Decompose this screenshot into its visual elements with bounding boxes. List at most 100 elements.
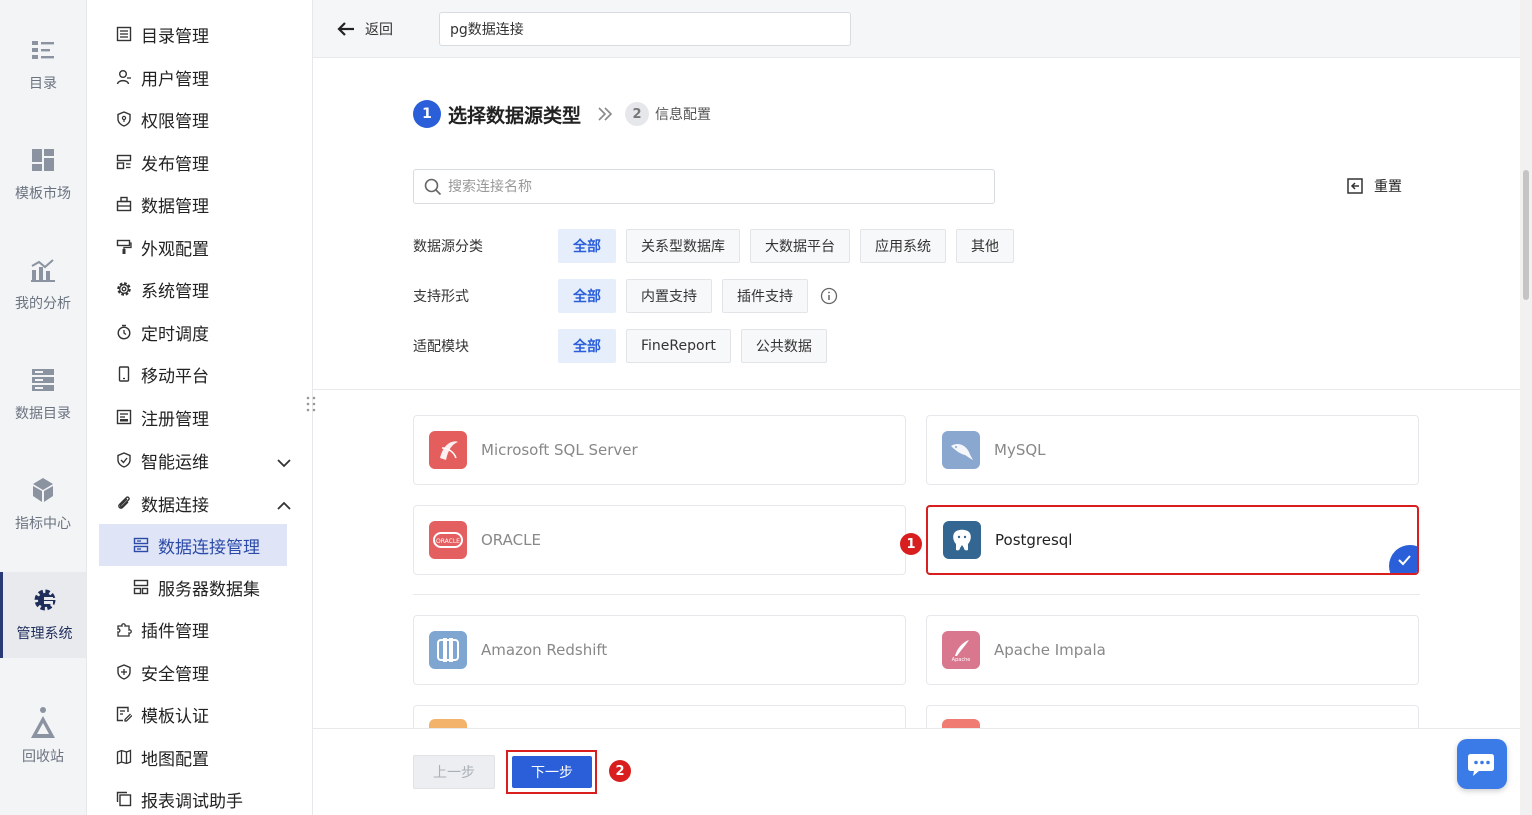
menu-item-scheduling[interactable]: 定时调度 xyxy=(99,314,299,350)
chip-relational-db[interactable]: 关系型数据库 xyxy=(626,229,740,263)
footer-bar: 上一步 下一步 2 xyxy=(313,728,1520,815)
management-gear-icon xyxy=(32,587,58,613)
menu-item-label: 地图配置 xyxy=(141,749,209,770)
datasource-card-redshift[interactable]: Amazon Redshift xyxy=(413,615,906,685)
timer-icon xyxy=(115,323,133,341)
prev-step-button[interactable]: 上一步 xyxy=(413,755,495,789)
chip-plugin[interactable]: 插件支持 xyxy=(722,279,808,313)
datasource-card-mysql[interactable]: MySQL xyxy=(926,415,1419,485)
menu-item-label: 报表调试助手 xyxy=(141,791,243,812)
chip-category-all[interactable]: 全部 xyxy=(558,229,616,263)
impala-logo-icon: Apache xyxy=(942,631,980,669)
resize-handle[interactable] xyxy=(306,396,320,416)
info-icon[interactable] xyxy=(820,287,838,305)
menu-item-label: 系统管理 xyxy=(141,281,209,302)
back-button[interactable]: 返回 xyxy=(337,16,393,42)
menu-item-map-config[interactable]: 地图配置 xyxy=(99,739,299,775)
rail-label: 模板市场 xyxy=(15,186,71,202)
rail-item-data-catalog[interactable]: 数据目录 xyxy=(0,352,86,438)
chip-support-all[interactable]: 全部 xyxy=(558,279,616,313)
chip-big-data[interactable]: 大数据平台 xyxy=(750,229,850,263)
certificate-icon xyxy=(115,705,133,723)
rail-label: 管理系统 xyxy=(16,626,73,642)
step-1-title: 选择数据源类型 xyxy=(448,104,582,127)
top-bar: 返回 xyxy=(313,0,1520,58)
rail-label: 目录 xyxy=(29,76,57,92)
rail-item-template-market[interactable]: 模板市场 xyxy=(0,132,86,218)
map-icon xyxy=(115,748,133,766)
filter-label: 适配模块 xyxy=(413,339,469,355)
mobile-icon xyxy=(115,365,133,383)
annotation-badge-2: 2 xyxy=(609,760,631,782)
filter-row-module: 适配模块 全部 FineReport 公共数据 xyxy=(413,328,837,364)
datasource-name: Amazon Redshift xyxy=(481,641,608,659)
menu-item-report-debug[interactable]: 报表调试助手 xyxy=(99,781,299,815)
scrollbar[interactable] xyxy=(1520,0,1532,815)
next-step-button[interactable]: 下一步 xyxy=(512,756,592,788)
chip-module-all[interactable]: 全部 xyxy=(558,329,616,363)
menu-item-data-connection[interactable]: 数据连接 xyxy=(99,485,299,521)
menu-item-label: 权限管理 xyxy=(141,111,209,132)
menu-item-system-management[interactable]: 系统管理 xyxy=(99,271,299,307)
menu-item-label: 发布管理 xyxy=(141,154,209,175)
menu-item-mobile-platform[interactable]: 移动平台 xyxy=(99,356,299,392)
chat-assistant-button[interactable] xyxy=(1457,739,1507,789)
datasource-card-impala[interactable]: Apache Apache Impala xyxy=(926,615,1419,685)
menu-item-publish-management[interactable]: 发布管理 xyxy=(99,144,299,180)
redshift-logo-icon xyxy=(429,631,467,669)
chip-public-data[interactable]: 公共数据 xyxy=(740,329,827,363)
menu-item-label: 注册管理 xyxy=(141,409,209,430)
reset-button[interactable]: 重置 xyxy=(1346,176,1402,196)
paint-brush-icon xyxy=(115,238,133,256)
chip-builtin[interactable]: 内置支持 xyxy=(626,279,712,313)
rail-item-recycle-bin[interactable]: 回收站 xyxy=(0,695,86,781)
menu-item-smart-ops[interactable]: 智能运维 xyxy=(99,442,299,478)
divider xyxy=(313,389,1520,390)
menu-item-catalog-management[interactable]: 目录管理 xyxy=(99,16,299,52)
shield-icon xyxy=(115,110,133,128)
menu-item-label: 移动平台 xyxy=(141,366,209,387)
database-icon xyxy=(115,195,133,213)
search-input[interactable] xyxy=(448,178,968,195)
menu-item-plugin-management[interactable]: 插件管理 xyxy=(99,611,299,647)
datasource-card-oracle[interactable]: ORACLE ORACLE xyxy=(413,505,906,575)
chip-finereport[interactable]: FineReport xyxy=(626,329,731,363)
oracle-logo-icon: ORACLE xyxy=(429,521,467,559)
datasource-name: Microsoft SQL Server xyxy=(481,441,638,459)
menu-item-data-connection-management[interactable]: 数据连接管理 xyxy=(99,524,287,566)
menu-item-user-management[interactable]: 用户管理 xyxy=(99,59,299,95)
datasource-name: ORACLE xyxy=(481,531,541,549)
menu-item-permission-management[interactable]: 权限管理 xyxy=(99,101,299,137)
puzzle-icon xyxy=(115,620,133,638)
reset-label: 重置 xyxy=(1374,179,1402,195)
datasource-card-sqlserver[interactable]: Microsoft SQL Server xyxy=(413,415,906,485)
admin-menu: 目录管理 用户管理 权限管理 发布管理 数据管理 外观配置 系统管理 定时调度 xyxy=(87,0,313,815)
connection-name-input[interactable] xyxy=(439,12,851,46)
data-catalog-icon xyxy=(30,367,56,393)
menu-item-security-management[interactable]: 安全管理 xyxy=(99,654,299,690)
scrollbar-thumb[interactable] xyxy=(1523,170,1529,300)
datasource-card-postgresql[interactable]: Postgresql xyxy=(926,505,1419,575)
menu-item-label: 智能运维 xyxy=(141,452,209,473)
chip-other[interactable]: 其他 xyxy=(956,229,1014,263)
rail-item-metric-center[interactable]: 指标中心 xyxy=(0,462,86,548)
arrow-left-icon xyxy=(337,21,355,37)
menu-item-appearance-config[interactable]: 外观配置 xyxy=(99,229,299,265)
analysis-icon xyxy=(30,257,56,283)
chip-application-system[interactable]: 应用系统 xyxy=(860,229,946,263)
menu-item-label: 定时调度 xyxy=(141,324,209,345)
menu-item-data-management[interactable]: 数据管理 xyxy=(99,186,299,222)
rail-item-management[interactable]: 管理系统 xyxy=(0,572,86,658)
step-1-number: 1 xyxy=(413,100,441,128)
search-icon xyxy=(424,178,442,196)
smart-ops-icon xyxy=(115,451,133,469)
metric-center-icon xyxy=(30,477,56,503)
rail-item-catalog[interactable]: 目录 xyxy=(0,22,86,108)
paperclip-icon xyxy=(115,494,133,512)
menu-item-registration[interactable]: 注册管理 xyxy=(99,399,299,435)
menu-item-server-dataset[interactable]: 服务器数据集 xyxy=(99,569,299,605)
rail-item-my-analysis[interactable]: 我的分析 xyxy=(0,242,86,328)
menu-item-template-certification[interactable]: 模板认证 xyxy=(99,696,299,732)
chevron-up-icon xyxy=(277,496,291,515)
filter-label: 数据源分类 xyxy=(413,239,483,255)
